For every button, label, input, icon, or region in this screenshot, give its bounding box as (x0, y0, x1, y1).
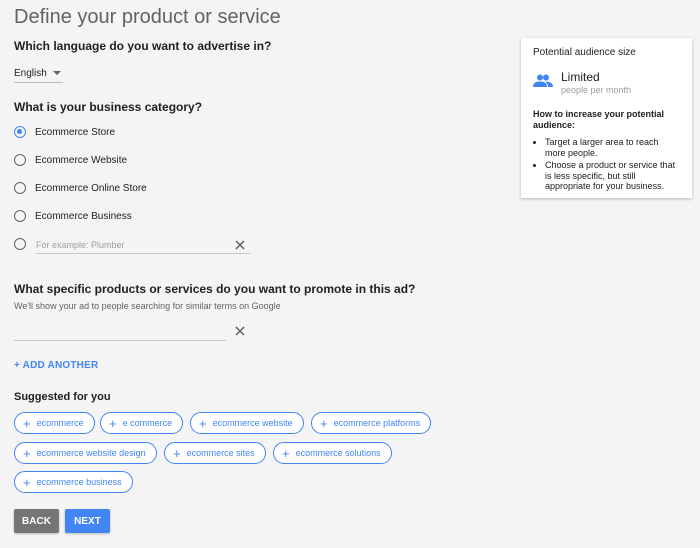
chip-label: ecommerce platforms (333, 418, 421, 428)
add-another-button[interactable]: + ADD ANOTHER (14, 360, 98, 371)
language-select[interactable]: English (14, 64, 63, 83)
tips-list: Target a larger area to reach more peopl… (533, 137, 680, 192)
audience-unit: people per month (561, 85, 632, 95)
category-option-ecommerce-business[interactable]: Ecommerce Business (14, 210, 132, 222)
radio-button[interactable] (14, 238, 26, 250)
plus-icon: + (199, 415, 207, 431)
suggestion-chip[interactable]: + ecommerce platforms (311, 412, 432, 434)
category-option-label: Ecommerce Online Store (35, 182, 147, 194)
close-icon[interactable] (234, 239, 246, 251)
category-option-other[interactable] (14, 238, 35, 250)
plus-icon: + (320, 415, 328, 431)
people-icon (533, 74, 553, 88)
product-input[interactable] (14, 324, 226, 341)
category-option-label: Ecommerce Website (35, 154, 128, 166)
category-option-ecommerce-store[interactable]: Ecommerce Store (14, 126, 115, 138)
chip-label: ecommerce (36, 418, 84, 428)
tip-item: Target a larger area to reach more peopl… (545, 137, 680, 158)
suggestion-chip[interactable]: + ecommerce business (14, 471, 133, 493)
next-button[interactable]: NEXT (65, 509, 110, 533)
plus-icon: + (23, 445, 31, 461)
category-option-label: Ecommerce Store (35, 126, 116, 138)
chip-label: ecommerce website design (36, 448, 146, 458)
audience-size-card: Potential audience size Limited people p… (521, 38, 692, 198)
plus-icon: + (23, 415, 31, 431)
radio-button[interactable] (14, 182, 26, 194)
other-category-input[interactable]: For example: Plumber (36, 237, 251, 254)
suggested-heading: Suggested for you (14, 391, 111, 403)
category-question: What is your business category? (14, 100, 203, 114)
suggestion-chip[interactable]: + ecommerce sites (164, 442, 266, 464)
other-category-placeholder: For example: Plumber (36, 240, 125, 250)
products-question: What specific products or services do yo… (14, 282, 416, 296)
radio-button[interactable] (14, 210, 26, 222)
suggestion-chip[interactable]: + ecommerce (14, 412, 95, 434)
chip-label: e commerce (122, 418, 173, 428)
radio-button-checked[interactable] (14, 126, 26, 138)
audience-level-row: Limited people per month (533, 70, 680, 95)
chip-label: ecommerce solutions (295, 448, 381, 458)
chip-label: ecommerce business (36, 477, 122, 487)
radio-button[interactable] (14, 154, 26, 166)
category-option-label: Ecommerce Business (35, 210, 132, 222)
back-button[interactable]: BACK (14, 509, 59, 533)
chip-label: ecommerce sites (186, 448, 255, 458)
increase-audience-heading: How to increase your potential audience: (533, 109, 665, 130)
category-option-ecommerce-website[interactable]: Ecommerce Website (14, 154, 127, 166)
language-question: Which language do you want to advertise … (14, 39, 272, 53)
plus-icon: + (173, 445, 181, 461)
suggestion-chip[interactable]: + ecommerce website (190, 412, 304, 434)
suggestion-chip[interactable]: + ecommerce website design (14, 442, 157, 464)
audience-card-title: Potential audience size (533, 47, 636, 58)
audience-level: Limited (561, 70, 600, 84)
chevron-down-icon (52, 71, 61, 75)
plus-icon: + (109, 415, 117, 431)
suggestion-chip[interactable]: + e commerce (100, 412, 184, 434)
chip-label: ecommerce website (212, 418, 293, 428)
language-selected-value: English (14, 67, 47, 79)
plus-icon: + (282, 445, 290, 461)
close-icon[interactable] (234, 325, 246, 337)
products-subtitle: We'll show your ad to people searching f… (14, 301, 281, 311)
tip-item: Choose a product or service that is less… (545, 160, 680, 192)
plus-icon: + (23, 474, 31, 490)
page-title: Define your product or service (14, 6, 281, 28)
suggestion-chip[interactable]: + ecommerce solutions (273, 442, 392, 464)
category-option-ecommerce-online-store[interactable]: Ecommerce Online Store (14, 182, 147, 194)
